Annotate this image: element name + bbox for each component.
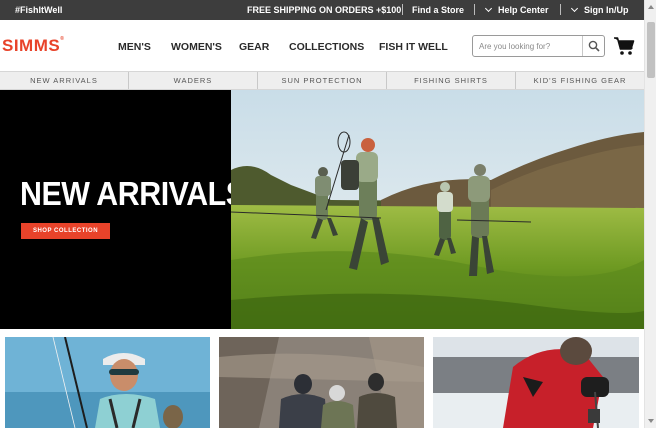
- tile-winter-angler[interactable]: [433, 337, 639, 428]
- help-center-label: Help Center: [498, 5, 549, 15]
- chevron-down-icon: [484, 4, 493, 13]
- tile-group-anglers[interactable]: [219, 337, 424, 428]
- simms-logo[interactable]: SIMMS®: [2, 36, 64, 56]
- sign-in-link[interactable]: Sign In/Up: [570, 4, 629, 15]
- scroll-up-arrow-icon[interactable]: [648, 5, 654, 9]
- utility-bar: #FishItWell FREE SHIPPING ON ORDERS +$10…: [0, 0, 644, 20]
- main-header: SIMMS® MEN'S WOMEN'S GEAR COLLECTIONS FI…: [0, 20, 644, 72]
- help-center-link[interactable]: Help Center: [484, 4, 549, 15]
- subnav-fishing-shirts[interactable]: FISHING SHIRTS: [387, 72, 516, 89]
- sign-in-label: Sign In/Up: [584, 5, 629, 15]
- divider: [402, 4, 403, 15]
- scrollbar-thumb[interactable]: [647, 22, 655, 78]
- find-store-link[interactable]: Find a Store: [412, 5, 464, 15]
- subnav-new-arrivals[interactable]: NEW ARRIVALS: [0, 72, 129, 89]
- divider: [474, 4, 475, 15]
- hero-text-panel: NEW ARRIVALS SHOP COLLECTION: [0, 90, 246, 329]
- hero-photo-image: [231, 90, 644, 329]
- shop-collection-button[interactable]: SHOP COLLECTION: [21, 223, 110, 239]
- subnav-kids-fishing-gear[interactable]: KID'S FISHING GEAR: [516, 72, 644, 89]
- cart-icon: [614, 37, 635, 55]
- shipping-promo[interactable]: FREE SHIPPING ON ORDERS +$100: [247, 5, 401, 15]
- hero-photo-anglers-meadow[interactable]: [231, 90, 644, 329]
- hero-banner: NEW ARRIVALS SHOP COLLECTION: [0, 90, 644, 329]
- scroll-down-arrow-icon[interactable]: [648, 419, 654, 423]
- logo-text: SIMMS: [2, 36, 61, 55]
- subnav-sun-protection[interactable]: SUN PROTECTION: [258, 72, 387, 89]
- hero-title: NEW ARRIVALS: [20, 175, 246, 212]
- search-input[interactable]: [479, 39, 579, 53]
- nav-collections[interactable]: COLLECTIONS: [289, 41, 364, 53]
- page-scrollbar[interactable]: [644, 0, 656, 428]
- cart-button[interactable]: [613, 36, 635, 61]
- nav-gear[interactable]: GEAR: [239, 41, 269, 53]
- hashtag-link[interactable]: #FishItWell: [15, 5, 62, 15]
- nav-mens[interactable]: MEN'S: [118, 41, 151, 53]
- tile-group-image: [219, 337, 424, 428]
- search-box: [472, 35, 605, 57]
- search-icon: [588, 40, 600, 52]
- search-button[interactable]: [582, 36, 604, 56]
- category-subnav: NEW ARRIVALS WADERS SUN PROTECTION FISHI…: [0, 71, 644, 90]
- page: #FishItWell FREE SHIPPING ON ORDERS +$10…: [0, 0, 656, 428]
- nav-fish-it-well[interactable]: FISH IT WELL: [379, 41, 448, 53]
- registered-mark: ®: [60, 36, 65, 42]
- tile-womens-fishing[interactable]: [5, 337, 210, 428]
- chevron-down-icon: [570, 4, 579, 13]
- tile-winter-image: [433, 337, 639, 428]
- nav-womens[interactable]: WOMEN'S: [171, 41, 222, 53]
- tile-womens-image: [5, 337, 210, 428]
- divider: [560, 4, 561, 15]
- subnav-waders[interactable]: WADERS: [129, 72, 258, 89]
